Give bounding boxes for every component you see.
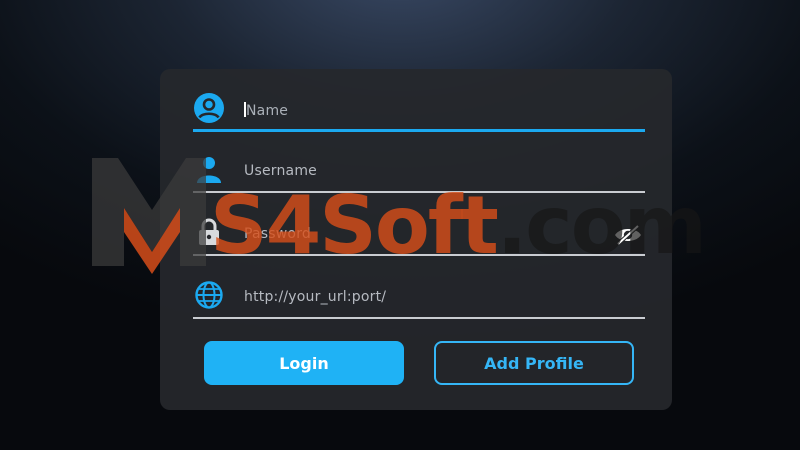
username-input[interactable]: Username	[244, 163, 317, 179]
password-field[interactable]: Password	[193, 212, 645, 256]
url-field[interactable]: http://your_url:port/	[193, 275, 645, 319]
globe-icon	[193, 279, 225, 311]
user-circle-icon	[193, 92, 225, 124]
name-input[interactable]: Name	[244, 102, 288, 119]
username-field[interactable]: Username	[193, 149, 645, 193]
login-button[interactable]: Login	[204, 341, 404, 385]
name-field[interactable]: Name	[193, 88, 645, 132]
lock-icon	[193, 216, 225, 248]
user-icon	[193, 153, 225, 185]
password-input[interactable]: Password	[244, 226, 311, 242]
login-card: Name Username Password http://your_url:p…	[160, 69, 672, 410]
eye-off-icon[interactable]	[613, 224, 643, 246]
url-input[interactable]: http://your_url:port/	[244, 289, 386, 305]
add-profile-button[interactable]: Add Profile	[434, 341, 634, 385]
